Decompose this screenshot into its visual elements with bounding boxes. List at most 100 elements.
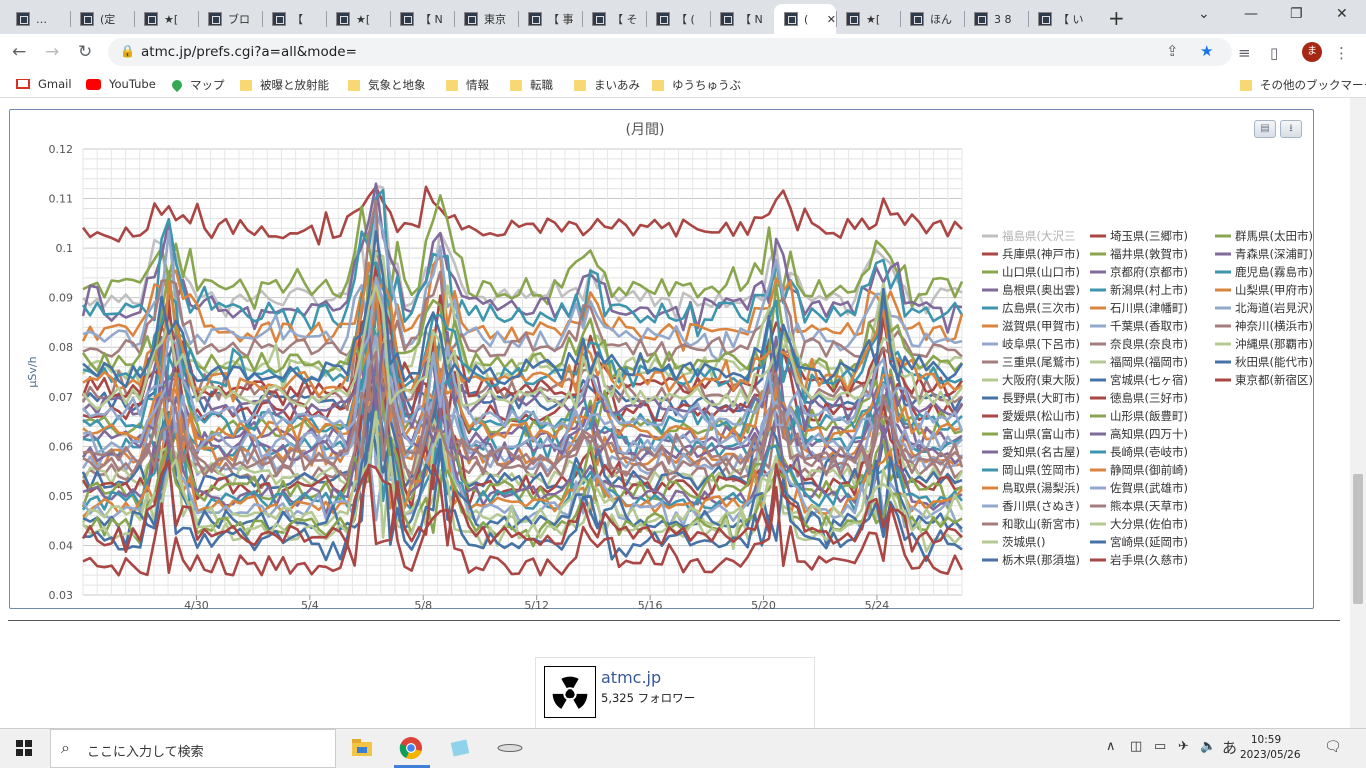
legend-item[interactable]: 大分県(佐伯市) [1110, 517, 1188, 531]
lock-icon[interactable]: 🔒 [120, 44, 135, 58]
meet-icon[interactable]: ◫ [1130, 739, 1142, 754]
browser-tab[interactable]: (定 [70, 4, 134, 34]
tray-chevron-icon[interactable]: ∧ [1106, 739, 1116, 754]
menu-icon[interactable]: ⋮ [1334, 44, 1349, 62]
legend-item[interactable]: 鹿児島(霧島市) [1235, 265, 1313, 279]
download-icon[interactable]: ⭳ [1280, 120, 1302, 138]
minimize-icon[interactable]: — [1244, 6, 1258, 22]
legend-item[interactable]: 山口県(山口市) [1002, 265, 1080, 279]
legend-item[interactable]: 茨城県() [1002, 535, 1045, 549]
bookmark-item[interactable]: YouTube [86, 77, 156, 91]
legend-item[interactable]: 兵庫県(神戸市) [1002, 247, 1080, 261]
legend-item[interactable]: 群馬県(太田市) [1235, 229, 1313, 243]
browser-tab[interactable]: 【 い [1028, 4, 1092, 34]
tab-search-icon[interactable]: ⌄ [1198, 6, 1210, 22]
legend-item[interactable]: 東京都(新宿区) [1235, 373, 1313, 387]
bookmark-item[interactable]: Gmail [16, 77, 72, 91]
legend-item[interactable]: 秋田県(能代市) [1235, 355, 1313, 369]
network-icon[interactable]: ✈ [1178, 739, 1189, 754]
bookmark-item[interactable]: ゆうちゅうぶ [652, 77, 741, 93]
bookmark-item[interactable]: 転職 [510, 77, 553, 93]
browser-tab[interactable]: ★[ [326, 4, 390, 34]
reload-icon[interactable]: ↻ [78, 42, 92, 62]
notification-icon[interactable]: 🗨 [1324, 739, 1342, 755]
print-icon[interactable]: ▤ [1254, 120, 1276, 138]
browser-tab[interactable]: ★[ [836, 4, 900, 34]
legend-item[interactable]: 和歌山(新宮市) [1002, 517, 1080, 531]
side-panel-icon[interactable]: ▯ [1270, 44, 1278, 62]
legend-item[interactable]: 山形県(飯豊町) [1110, 409, 1188, 423]
chrome-icon[interactable] [398, 735, 422, 761]
legend-item[interactable]: 埼玉県(三郷市) [1110, 229, 1188, 243]
legend-item[interactable]: 広島県(三次市) [1002, 301, 1080, 315]
legend-item[interactable]: 青森県(深浦町) [1235, 247, 1313, 261]
browser-tab[interactable]: (✕ [774, 4, 836, 34]
bookmark-item[interactable]: マップ [169, 77, 225, 93]
facebook-page-card[interactable]: atmc.jp 5,325 フォロワー [535, 657, 815, 728]
windows-start-icon[interactable] [16, 740, 32, 756]
taskbar-search[interactable]: ⌕ ここに入力して検索 [50, 729, 336, 768]
airplane-app-icon[interactable] [496, 735, 523, 761]
maximize-icon[interactable]: ❐ [1290, 6, 1303, 22]
legend-item[interactable]: 山梨県(甲府市) [1235, 283, 1313, 297]
browser-tab[interactable]: 【 ( [646, 4, 710, 34]
speaker-icon[interactable]: 🔈 [1200, 739, 1216, 754]
legend-item[interactable]: 石川県(津幡町) [1110, 301, 1188, 315]
close-tab-icon[interactable]: ✕ [827, 13, 836, 26]
legend-item[interactable]: 京都府(京都市) [1110, 265, 1188, 279]
browser-tab[interactable]: 【 事 [518, 4, 582, 34]
scrollbar-thumb[interactable] [1353, 474, 1363, 604]
file-explorer-icon[interactable] [350, 735, 374, 761]
bookmark-item[interactable]: 被曝と放射能 [240, 77, 329, 93]
legend-item[interactable]: 岐阜県(下呂市) [1002, 337, 1080, 351]
avatar[interactable]: ま [1302, 42, 1322, 62]
bookmark-item[interactable]: 気象と地象 [348, 77, 426, 93]
browser-tab[interactable]: 【 [262, 4, 326, 34]
browser-tab[interactable]: 3 8 [964, 4, 1028, 34]
address-bar[interactable]: 🔒 atmc.jp/prefs.cgi?a=all&mode= ⇪ ★ [108, 38, 1232, 66]
legend-item[interactable]: 長崎県(壱岐市) [1110, 445, 1188, 459]
legend-item[interactable]: 福島県(大沢三 [1002, 229, 1076, 243]
legend-item[interactable]: 香川県(さぬき) [1002, 499, 1080, 513]
legend-item[interactable]: 富山県(富山市) [1002, 427, 1080, 441]
bookmark-star-icon[interactable]: ★ [1200, 42, 1213, 60]
other-bookmarks[interactable]: その他のブックマーク [1240, 77, 1366, 93]
legend-item[interactable]: 熊本県(天草市) [1110, 499, 1188, 513]
legend-item[interactable]: 新潟県(村上市) [1110, 283, 1188, 297]
legend-item[interactable]: 静岡県(御前崎) [1110, 463, 1188, 477]
legend-item[interactable]: 栃木県(那須塩) [1002, 553, 1080, 567]
legend-item[interactable]: 滋賀県(甲賀市) [1002, 319, 1080, 333]
legend-item[interactable]: 神奈川(横浜市) [1235, 319, 1313, 333]
legend-item[interactable]: 佐賀県(武雄市) [1110, 481, 1188, 495]
legend-item[interactable]: 岡山県(笠岡市) [1002, 463, 1080, 477]
forward-icon[interactable]: → [45, 42, 59, 62]
legend-item[interactable]: 福岡県(福岡市) [1110, 355, 1188, 369]
legend-item[interactable]: 大阪府(東大阪) [1002, 373, 1080, 387]
legend-item[interactable]: 愛知県(名古屋) [1002, 445, 1080, 459]
bookmark-item[interactable]: まいあみ [574, 77, 640, 93]
browser-tab[interactable]: ★[ [134, 4, 198, 34]
page-scrollbar[interactable] [1350, 98, 1366, 728]
legend-item[interactable]: 沖縄県(那覇市) [1235, 337, 1313, 351]
url-text[interactable]: atmc.jp/prefs.cgi?a=all&mode= [141, 44, 357, 60]
share-icon[interactable]: ⇪ [1166, 42, 1179, 60]
legend-item[interactable]: 鳥取県(湯梨浜) [1002, 481, 1080, 495]
legend-item[interactable]: 福井県(敦賀市) [1110, 247, 1188, 261]
browser-tab[interactable]: 【 そ [582, 4, 646, 34]
ime-indicator[interactable]: あ [1222, 737, 1237, 758]
page-name[interactable]: atmc.jp [601, 668, 661, 687]
legend-item[interactable]: 長野県(大町市) [1002, 391, 1080, 405]
browser-tab[interactable]: 【 N [390, 4, 454, 34]
bookmark-item[interactable]: 情報 [446, 77, 489, 93]
browser-tab[interactable]: 【 N [710, 4, 774, 34]
close-window-icon[interactable]: ✕ [1336, 6, 1348, 22]
back-icon[interactable]: ← [12, 42, 26, 62]
legend-item[interactable]: 愛媛県(松山市) [1002, 409, 1080, 423]
legend-item[interactable]: 高知県(四万十) [1110, 427, 1188, 441]
browser-tab[interactable]: … [6, 4, 70, 34]
browser-tab[interactable]: 東京 [454, 4, 518, 34]
reading-list-icon[interactable]: ≡ [1238, 44, 1251, 62]
browser-tab[interactable]: ブロ [198, 4, 262, 34]
legend-item[interactable]: 宮城県(七ヶ宿) [1110, 373, 1188, 387]
legend-item[interactable]: 三重県(尾鷲市) [1002, 355, 1080, 369]
